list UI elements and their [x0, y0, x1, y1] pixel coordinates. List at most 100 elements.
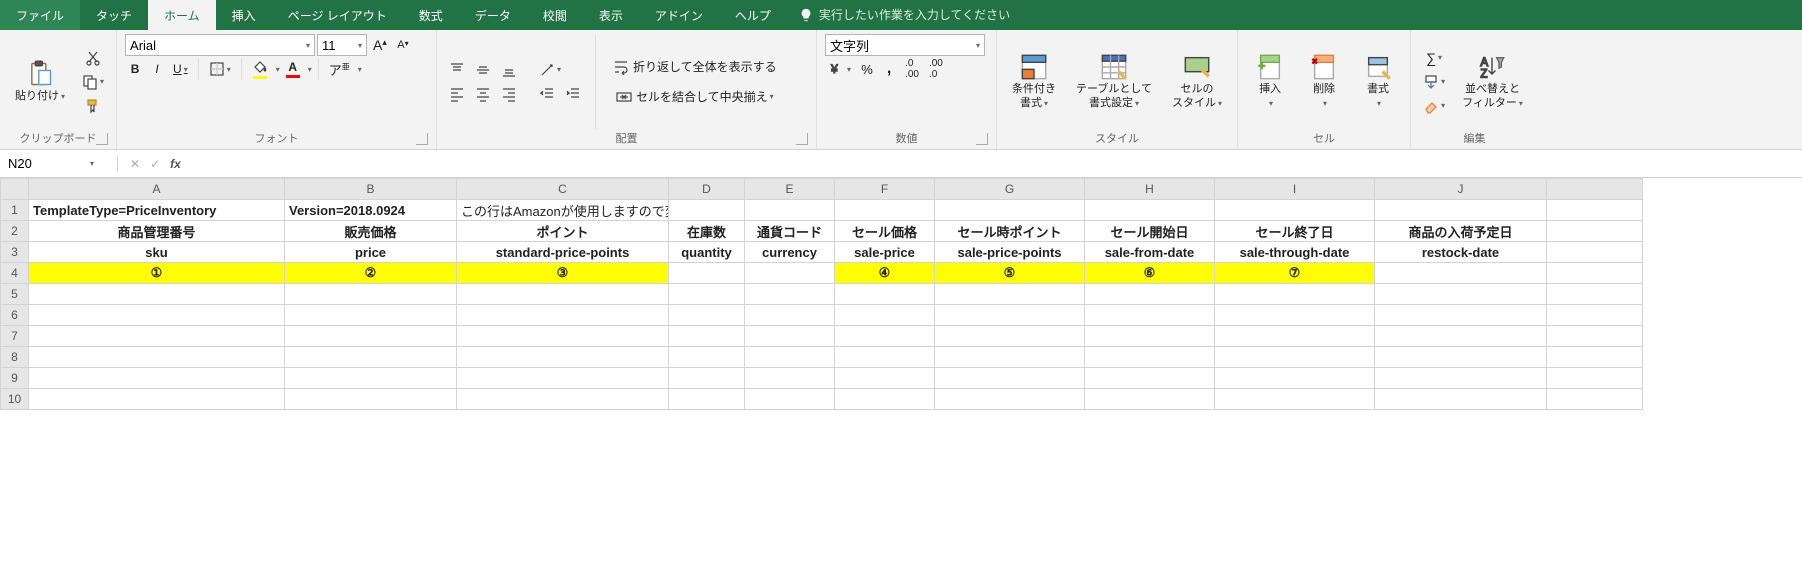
cell-D10[interactable] [669, 389, 745, 410]
insert-function-button[interactable]: fx [170, 157, 181, 171]
cell-C7[interactable] [457, 326, 669, 347]
cell-G4[interactable]: ⑤ [935, 263, 1085, 284]
font-size-select[interactable]: ▾ [317, 34, 367, 56]
cell-D4[interactable] [669, 263, 745, 284]
cell-E4[interactable] [745, 263, 835, 284]
comma-button[interactable]: , [879, 58, 899, 80]
clear-button[interactable]: ▾ [1419, 95, 1449, 117]
row-header-2[interactable]: 2 [1, 221, 29, 242]
cell-C5[interactable] [457, 284, 669, 305]
row-header-8[interactable]: 8 [1, 347, 29, 368]
column-header-H[interactable]: H [1085, 179, 1215, 200]
cell-E2[interactable]: 通貨コード [745, 221, 835, 242]
cell-F8[interactable] [835, 347, 935, 368]
cell-B8[interactable] [285, 347, 457, 368]
row-header-6[interactable]: 6 [1, 305, 29, 326]
format-cells-button[interactable]: 書式▾ [1354, 50, 1402, 112]
cell-H2[interactable]: セール開始日 [1085, 221, 1215, 242]
cell-B7[interactable] [285, 326, 457, 347]
formula-enter-button[interactable]: ✓ [150, 157, 160, 171]
underline-button[interactable]: U▾ [169, 58, 192, 80]
cell-G5[interactable] [935, 284, 1085, 305]
decrease-font-button[interactable]: A▾ [393, 34, 413, 56]
cell-H8[interactable] [1085, 347, 1215, 368]
copy-button[interactable]: ▾ [78, 71, 108, 93]
cell-A3[interactable]: sku [29, 242, 285, 263]
cell-E5[interactable] [745, 284, 835, 305]
cell-J7[interactable] [1375, 326, 1547, 347]
cell-D6[interactable] [669, 305, 745, 326]
font-launcher[interactable] [416, 133, 428, 145]
align-top-button[interactable] [445, 59, 469, 81]
format-painter-button[interactable] [78, 95, 108, 117]
column-header-I[interactable]: I [1215, 179, 1375, 200]
cell-H6[interactable] [1085, 305, 1215, 326]
column-header-F[interactable]: F [835, 179, 935, 200]
cell-F5[interactable] [835, 284, 935, 305]
tab-home[interactable]: ホーム [148, 0, 216, 30]
row-header-7[interactable]: 7 [1, 326, 29, 347]
cell-K10[interactable] [1547, 389, 1643, 410]
increase-indent-button[interactable] [561, 83, 585, 105]
fill-color-button[interactable] [248, 58, 272, 80]
cell-G1[interactable] [935, 200, 1085, 221]
spreadsheet-grid[interactable]: ABCDEFGHIJ1TemplateType=PriceInventoryVe… [0, 178, 1802, 410]
format-as-table-button[interactable]: テーブルとして 書式設定▾ [1069, 50, 1159, 112]
align-left-button[interactable] [445, 83, 469, 105]
cell-K7[interactable] [1547, 326, 1643, 347]
cell-K9[interactable] [1547, 368, 1643, 389]
cell-G6[interactable] [935, 305, 1085, 326]
cell-I4[interactable]: ⑦ [1215, 263, 1375, 284]
cell-C9[interactable] [457, 368, 669, 389]
percent-button[interactable]: % [857, 58, 877, 80]
cell-D8[interactable] [669, 347, 745, 368]
decrease-indent-button[interactable] [535, 83, 559, 105]
cell-E7[interactable] [745, 326, 835, 347]
increase-font-button[interactable]: A▴ [369, 34, 391, 56]
tab-formulas[interactable]: 数式 [403, 0, 459, 30]
number-launcher[interactable] [976, 133, 988, 145]
wrap-text-button[interactable]: 折り返して全体を表示する [606, 56, 784, 78]
insert-cells-button[interactable]: 挿入▾ [1246, 50, 1294, 112]
cell-A5[interactable] [29, 284, 285, 305]
cell-H9[interactable] [1085, 368, 1215, 389]
cell-styles-button[interactable]: セルの スタイル▾ [1165, 50, 1229, 112]
cell-H4[interactable]: ⑥ [1085, 263, 1215, 284]
cell-H1[interactable] [1085, 200, 1215, 221]
autosum-button[interactable]: ∑▾ [1419, 47, 1449, 69]
cell-I7[interactable] [1215, 326, 1375, 347]
cell-J5[interactable] [1375, 284, 1547, 305]
merge-center-button[interactable]: セルを結合して中央揃え▾ [606, 86, 784, 108]
cell-A7[interactable] [29, 326, 285, 347]
fill-button[interactable]: ▾ [1419, 71, 1449, 93]
align-center-button[interactable] [471, 83, 495, 105]
cell-I1[interactable] [1215, 200, 1375, 221]
cell-I8[interactable] [1215, 347, 1375, 368]
cell-K1[interactable] [1547, 200, 1643, 221]
cell-B4[interactable]: ② [285, 263, 457, 284]
cell-C6[interactable] [457, 305, 669, 326]
cell-I9[interactable] [1215, 368, 1375, 389]
cell-D9[interactable] [669, 368, 745, 389]
cell-I2[interactable]: セール終了日 [1215, 221, 1375, 242]
tell-me-input[interactable] [819, 8, 1059, 22]
cell-C2[interactable]: ポイント [457, 221, 669, 242]
cell-J9[interactable] [1375, 368, 1547, 389]
cell-J3[interactable]: restock-date [1375, 242, 1547, 263]
tab-review[interactable]: 校閲 [527, 0, 583, 30]
orientation-button[interactable]: ▾ [535, 59, 565, 81]
row-header-9[interactable]: 9 [1, 368, 29, 389]
cell-K2[interactable] [1547, 221, 1643, 242]
cell-D7[interactable] [669, 326, 745, 347]
cell-B3[interactable]: price [285, 242, 457, 263]
cell-B6[interactable] [285, 305, 457, 326]
cell-F7[interactable] [835, 326, 935, 347]
column-header-G[interactable]: G [935, 179, 1085, 200]
row-header-3[interactable]: 3 [1, 242, 29, 263]
cell-B9[interactable] [285, 368, 457, 389]
tell-me[interactable] [799, 0, 1059, 30]
cell-G7[interactable] [935, 326, 1085, 347]
tab-addins[interactable]: アドイン [639, 0, 719, 30]
cell-C4[interactable]: ③ [457, 263, 669, 284]
cell-A9[interactable] [29, 368, 285, 389]
